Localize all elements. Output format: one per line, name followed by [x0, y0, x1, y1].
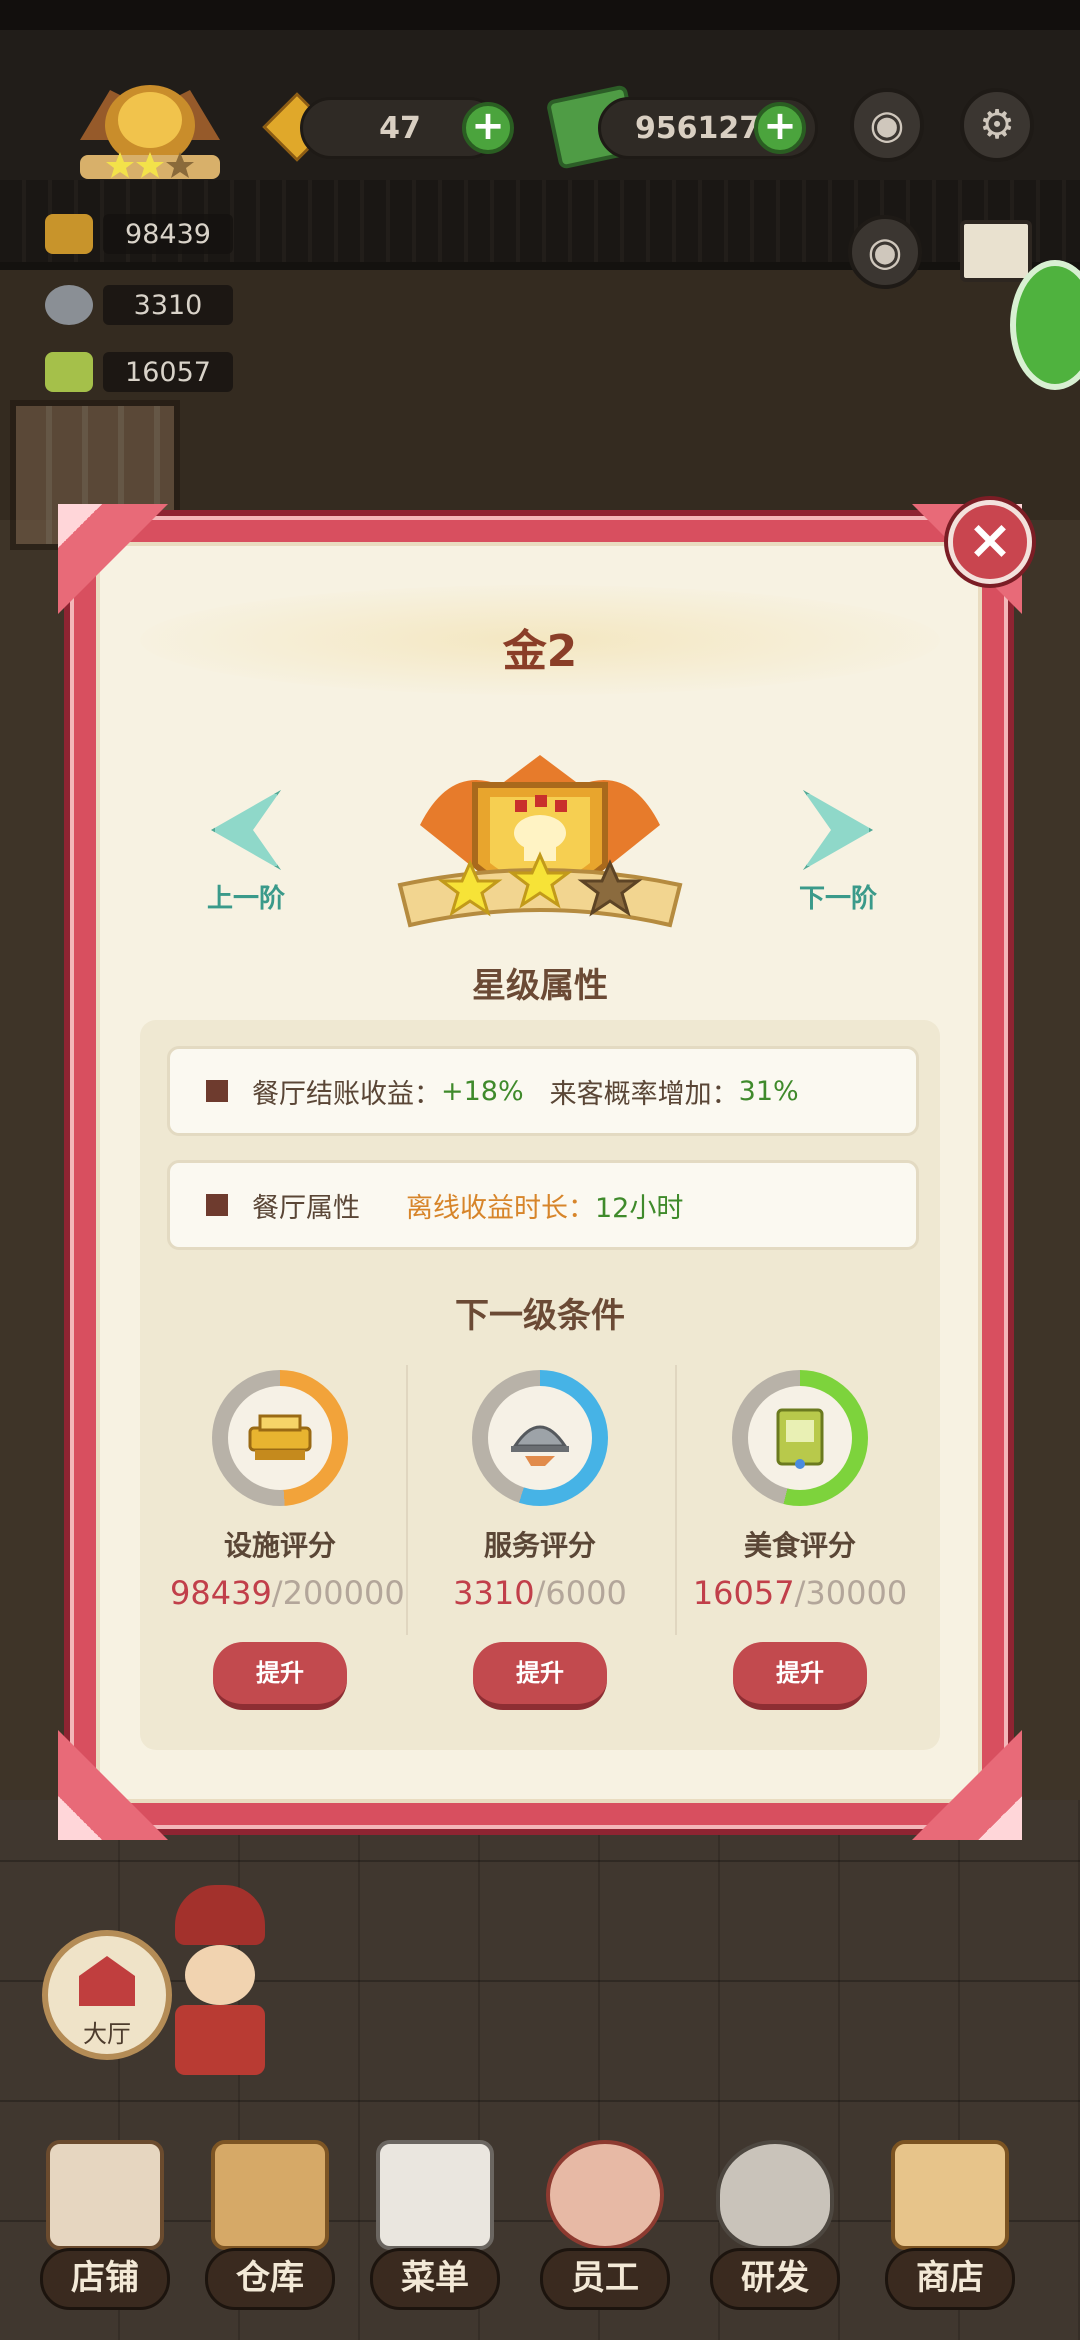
- upgrade-food-button[interactable]: 提升: [733, 1642, 867, 1710]
- food-score-target: /30000: [794, 1574, 908, 1612]
- food-icon: [45, 352, 93, 392]
- nav-menu[interactable]: 菜单: [360, 2120, 510, 2330]
- add-gems-button[interactable]: +: [462, 102, 514, 154]
- hall-button[interactable]: 大厅: [42, 1930, 172, 2060]
- service-icon: [45, 285, 93, 325]
- facility-score-progress: 98439/200000: [170, 1574, 405, 1612]
- nav-warehouse[interactable]: 仓库: [195, 2120, 345, 2330]
- nav-label: 商店: [885, 2248, 1015, 2310]
- progress-ring: [732, 1370, 868, 1506]
- storefront-icon: [46, 2140, 164, 2250]
- bullet-square: [206, 1080, 228, 1102]
- food-stat: 16057: [45, 350, 233, 394]
- serving-cloche-icon: [511, 1425, 569, 1466]
- store-stall-icon: [891, 2140, 1009, 2250]
- eye-icon[interactable]: ◉: [848, 215, 922, 289]
- separator: ：: [711, 1078, 739, 1110]
- facility-score-target: /200000: [271, 1574, 405, 1612]
- offline-income-value: 12小时: [595, 1192, 684, 1224]
- chevron-left-icon: [211, 790, 281, 870]
- facility-score-condition: 设施评分 98439/200000 提升: [170, 1370, 405, 1710]
- service-score-target: /6000: [534, 1574, 627, 1612]
- service-score-current: 3310: [453, 1574, 535, 1612]
- gem-count: 47: [379, 110, 421, 146]
- divider: [406, 1365, 408, 1635]
- attribute-row-income: 餐厅结账收益 ： +18% 来客概率增加 ： 31%: [167, 1046, 919, 1136]
- chef-character: [165, 1885, 275, 2085]
- restaurant-attribute-label: 餐厅属性: [252, 1192, 360, 1224]
- next-rank-button[interactable]: 下一阶: [778, 790, 898, 915]
- service-score-progress: 3310/6000: [430, 1574, 650, 1612]
- gold-rank-badge-icon: [397, 755, 683, 928]
- nav-store[interactable]: 商店: [875, 2120, 1025, 2330]
- nav-shop-front[interactable]: 店铺: [30, 2120, 180, 2330]
- add-money-button[interactable]: +: [754, 102, 806, 154]
- visitor-rate-label: 来客概率增加: [549, 1078, 712, 1110]
- nav-label: 菜单: [370, 2248, 500, 2310]
- camera-icon[interactable]: ◉: [850, 88, 924, 162]
- cooking-wok-icon: [716, 2140, 834, 2250]
- nav-label: 店铺: [40, 2248, 170, 2310]
- divider: [675, 1365, 677, 1635]
- facility-stat: 98439: [45, 212, 233, 256]
- rank-title: 金2: [502, 626, 578, 677]
- clipboard-menu-icon: [376, 2140, 494, 2250]
- offline-income-label: 离线收益时长：: [406, 1192, 595, 1224]
- previous-rank-button[interactable]: 上一阶: [186, 790, 306, 915]
- house-icon: [79, 1956, 135, 2006]
- recipe-book-icon: [776, 1408, 824, 1469]
- staff-waitress-icon: [546, 2140, 664, 2250]
- facility-icon: [45, 214, 93, 254]
- checkout-income-value: +18%: [441, 1075, 524, 1107]
- nav-research[interactable]: 研发: [700, 2120, 850, 2330]
- restaurant-rank-badge-icon[interactable]: [60, 70, 240, 190]
- next-rank-label: 下一阶: [798, 884, 877, 914]
- nav-label: 仓库: [205, 2248, 335, 2310]
- facility-pot-icon: [248, 1414, 312, 1460]
- nav-label: 员工: [540, 2248, 670, 2310]
- progress-ring: [212, 1370, 348, 1506]
- progress-ring: [472, 1370, 608, 1506]
- upgrade-service-button[interactable]: 提升: [473, 1642, 607, 1710]
- facility-score-label: 设施评分: [223, 1529, 336, 1562]
- facility-score-current: 98439: [170, 1574, 272, 1612]
- food-score-condition: 美食评分 16057/30000 提升: [690, 1370, 910, 1710]
- chevron-right-icon: [803, 790, 873, 870]
- food-stat-value: 16057: [125, 356, 211, 388]
- nav-label: 研发: [710, 2248, 840, 2310]
- bottom-navigation: 店铺 仓库 菜单 员工 研发 商店: [0, 2120, 1080, 2340]
- attribute-row-offline: 餐厅属性 离线收益时长： 12小时: [167, 1160, 919, 1250]
- star-attributes-heading: 星级属性: [472, 966, 608, 1006]
- previous-rank-label: 上一阶: [206, 884, 285, 914]
- nav-staff[interactable]: 员工: [530, 2120, 680, 2330]
- hall-label: 大厅: [83, 2020, 131, 2048]
- facility-stat-value: 98439: [125, 218, 211, 250]
- service-score-label: 服务评分: [483, 1529, 596, 1562]
- food-score-progress: 16057/30000: [690, 1574, 910, 1612]
- next-level-conditions-heading: 下一级条件: [455, 1296, 625, 1336]
- guide-book-icon[interactable]: [960, 220, 1032, 282]
- gear-icon[interactable]: ⚙: [960, 88, 1034, 162]
- checkout-income-label: 餐厅结账收益: [252, 1078, 414, 1110]
- warehouse-boxes-icon: [211, 2140, 329, 2250]
- service-stat: 3310: [45, 283, 233, 327]
- food-score-label: 美食评分: [743, 1529, 856, 1562]
- visitor-rate-value: 31%: [738, 1075, 799, 1107]
- service-stat-value: 3310: [133, 289, 203, 321]
- close-button[interactable]: ×: [948, 500, 1032, 584]
- bullet-square: [206, 1194, 228, 1216]
- food-score-current: 16057: [692, 1574, 795, 1612]
- service-score-condition: 服务评分 3310/6000 提升: [430, 1370, 650, 1710]
- upgrade-facility-button[interactable]: 提升: [213, 1642, 347, 1710]
- separator: ：: [414, 1078, 441, 1110]
